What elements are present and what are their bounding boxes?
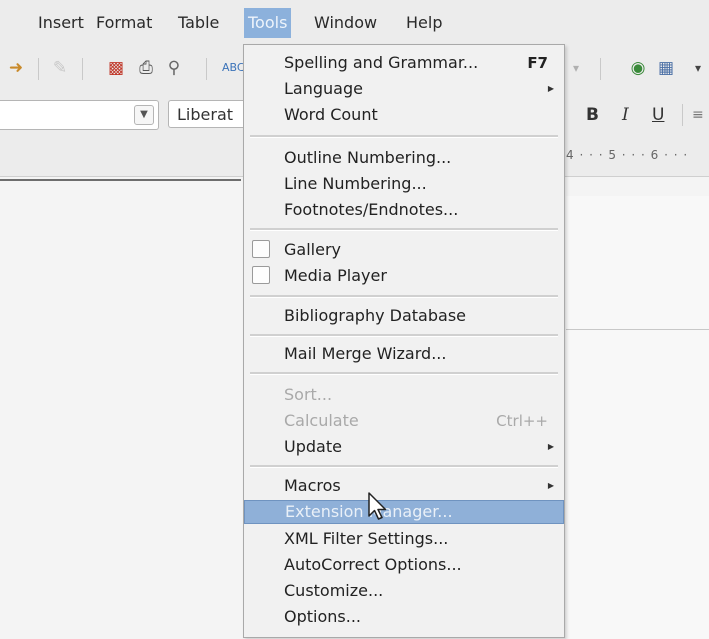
menu-item-xml-filter[interactable]: XML Filter Settings... [244,527,564,551]
italic-button[interactable]: I [622,103,629,127]
print-icon[interactable]: ⎙ [136,58,156,78]
menu-item-footnotes[interactable]: Footnotes/Endnotes... [244,198,564,222]
menu-item-label: Macros [284,476,341,495]
menu-item-gallery[interactable]: Gallery [244,238,564,262]
tools-menu: Spelling and Grammar... F7 Language ▶ Wo… [243,44,565,638]
menu-separator [250,135,558,138]
menu-item-label: Footnotes/Endnotes... [284,200,459,219]
menu-item-macros[interactable]: Macros ▶ [244,474,564,498]
menu-insert[interactable]: Insert [36,8,86,38]
menu-item-label: Customize... [284,581,384,600]
toolbar-separator [38,58,39,80]
menu-item-shortcut: Ctrl++ [496,412,548,430]
align-left-icon[interactable]: ≡ [692,103,704,127]
table-icon[interactable]: ▦ [656,58,676,78]
menu-item-label: AutoCorrect Options... [284,555,462,574]
toolbar-separator [206,58,207,80]
menu-item-shortcut: F7 [527,54,548,72]
menu-item-label: Gallery [284,240,341,259]
menu-item-line-numbering[interactable]: Line Numbering... [244,172,564,196]
menu-tools[interactable]: Tools [244,8,292,38]
menubar: Insert Format Table Tools Window Help [0,0,709,46]
menu-item-label: XML Filter Settings... [284,529,449,548]
menu-item-word-count[interactable]: Word Count [244,103,564,127]
mouse-cursor-icon [368,492,387,520]
menu-item-spelling[interactable]: Spelling and Grammar... F7 [244,51,564,75]
menu-item-media-player[interactable]: Media Player [244,264,564,288]
submenu-arrow-icon: ▶ [547,84,554,93]
ruler-scale: 4 · · · 5 · · · 6 · · · [566,148,689,162]
menu-item-label: Mail Merge Wizard... [284,344,447,363]
menu-separator [250,465,558,468]
menu-item-sort: Sort... [244,383,564,407]
undo-dropdown-icon[interactable]: ▾ [566,58,586,78]
menu-help[interactable]: Help [404,8,444,38]
menu-item-customize[interactable]: Customize... [244,579,564,603]
more-dropdown-icon[interactable]: ▾ [688,58,708,78]
menu-item-label: Options... [284,607,361,626]
export-icon[interactable]: ➜ [6,58,26,78]
menu-item-label: Bibliography Database [284,306,466,325]
paragraph-style-combo[interactable]: ▼ [0,100,159,130]
menu-item-label: Outline Numbering... [284,148,452,167]
menu-table[interactable]: Table [176,8,221,38]
bold-button[interactable]: B [586,103,599,127]
menu-format[interactable]: Format [94,8,154,38]
menu-item-update[interactable]: Update ▶ [244,435,564,459]
menu-item-outline-numbering[interactable]: Outline Numbering... [244,146,564,170]
submenu-arrow-icon: ▶ [547,442,554,451]
submenu-arrow-icon: ▶ [547,481,554,490]
menu-item-extension-manager[interactable]: Extension Manager... [244,500,564,524]
menu-separator [250,372,558,375]
print-preview-icon[interactable]: ⚲ [164,58,184,78]
menu-item-label: Media Player [284,266,387,285]
document-page[interactable] [566,196,709,639]
menu-item-autocorrect[interactable]: AutoCorrect Options... [244,553,564,577]
chevron-down-icon[interactable]: ▼ [134,105,154,125]
menu-item-label: Line Numbering... [284,174,427,193]
menu-item-options[interactable]: Options... [244,605,564,629]
menu-item-label: Sort... [284,385,333,404]
menu-item-bibliography[interactable]: Bibliography Database [244,304,564,328]
edit-file-icon[interactable]: ✎ [50,58,70,78]
menu-item-label: Spelling and Grammar... [284,53,479,72]
menu-separator [250,228,558,231]
page-top-border [0,179,241,181]
underline-button[interactable]: U [652,103,664,127]
pdf-export-icon[interactable]: ▩ [106,58,126,78]
menu-item-label: Word Count [284,105,378,124]
menu-item-mail-merge[interactable]: Mail Merge Wizard... [244,342,564,366]
toolbar-separator [600,58,601,80]
navigator-icon[interactable]: ◉ [628,58,648,78]
menu-window[interactable]: Window [312,8,379,38]
toolbar-separator [682,104,683,126]
page-divider [566,329,709,330]
menu-item-language[interactable]: Language ▶ [244,77,564,101]
toolbar-separator [82,58,83,80]
menu-item-calculate: Calculate Ctrl++ [244,409,564,433]
menu-item-label: Calculate [284,411,359,430]
gallery-checkbox[interactable] [252,240,270,258]
menu-item-label: Update [284,437,342,456]
menu-separator [250,295,558,298]
media-player-checkbox[interactable] [252,266,270,284]
menu-item-label: Language [284,79,363,98]
menu-separator [250,334,558,337]
spellcheck-icon[interactable]: ABC [222,58,245,78]
